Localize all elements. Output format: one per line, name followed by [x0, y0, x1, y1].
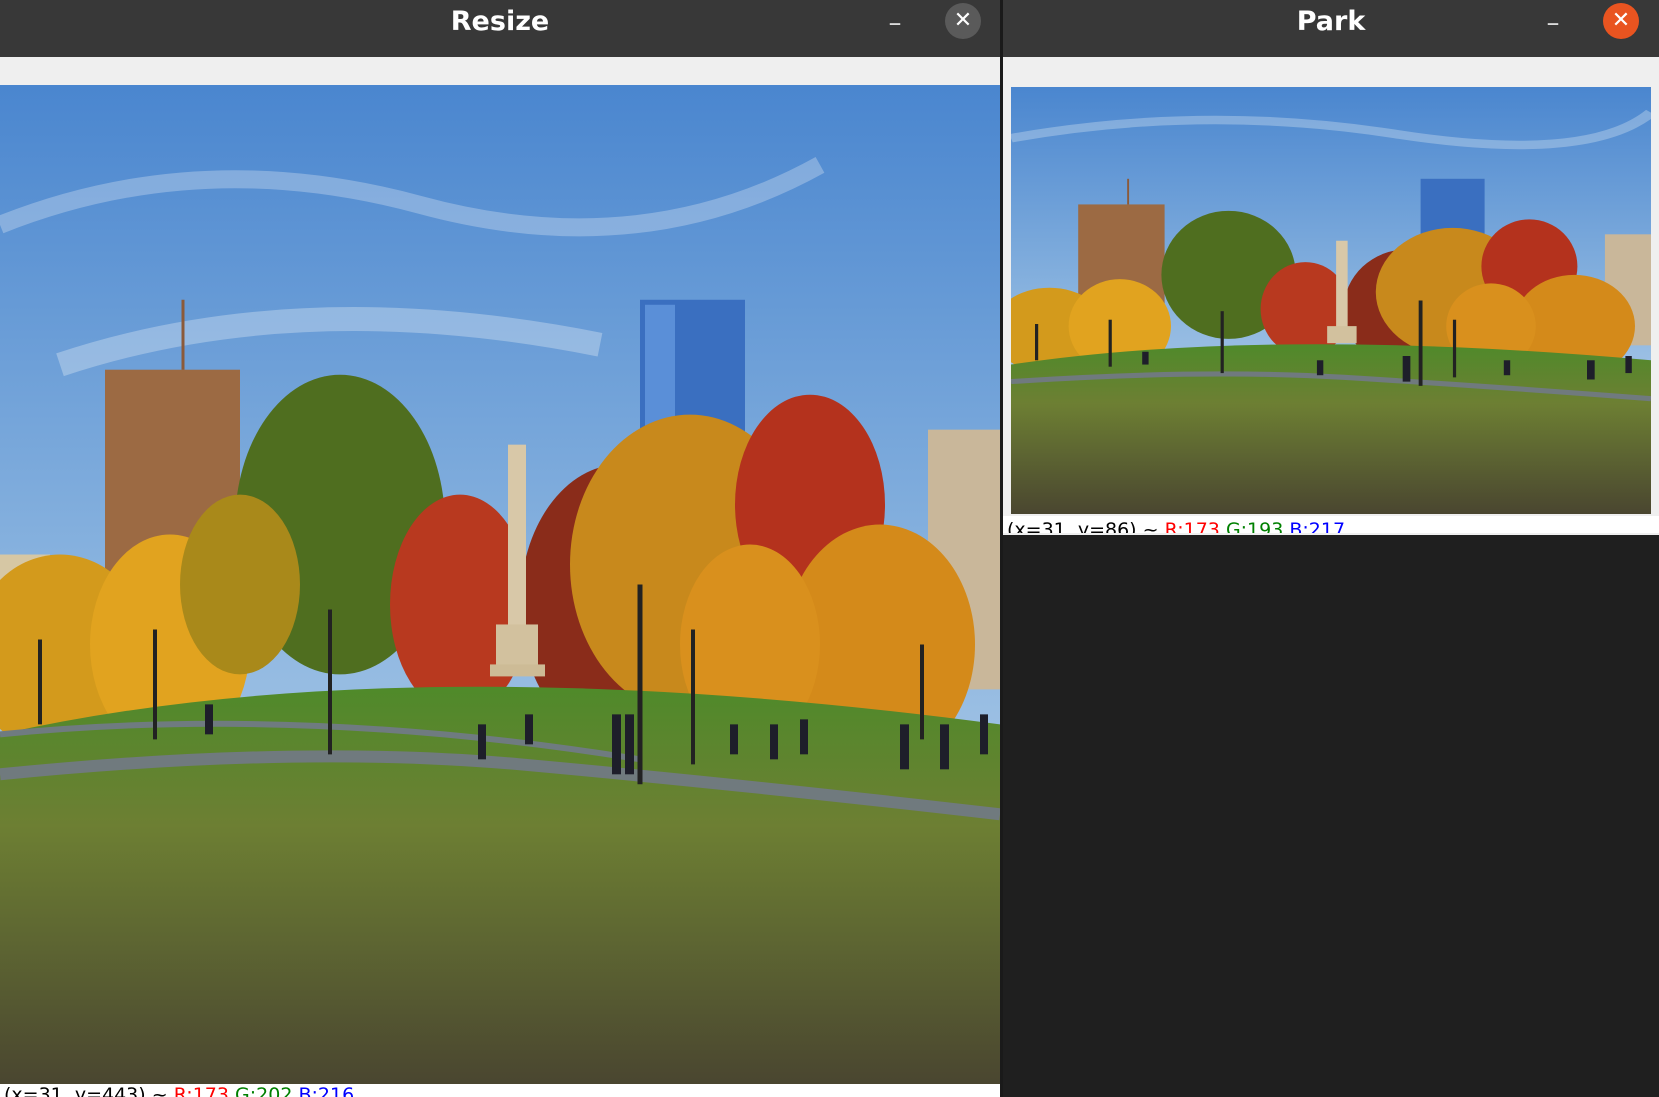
park-photo [0, 85, 1000, 1084]
green-value: G:193 [1225, 519, 1284, 533]
resize-window: Resize – ✕ (x=31, y=443) ~ R:173 G:202 B… [0, 0, 1000, 1097]
window-title: Resize [450, 6, 550, 37]
toolbar [0, 57, 1000, 85]
close-button[interactable]: ✕ [1603, 3, 1639, 39]
minimize-button[interactable]: – [1536, 6, 1570, 40]
image-canvas[interactable] [0, 85, 1000, 1084]
status-bar: (x=31, y=443) ~ R:173 G:202 B:216 [0, 1084, 1000, 1097]
green-value: G:202 [235, 1084, 293, 1097]
blue-value: B:216 [298, 1084, 355, 1097]
status-bar: (x=31, y=86) ~ R:173 G:193 B:217 [1003, 516, 1659, 533]
blue-value: B:217 [1289, 519, 1346, 533]
pixel-coords: (x=31, y=86) ~ [1007, 519, 1159, 533]
close-button[interactable]: ✕ [945, 3, 981, 39]
red-value: R:173 [173, 1084, 229, 1097]
resize-titlebar[interactable]: Resize – ✕ [0, 0, 1000, 57]
park-photo [1011, 87, 1651, 514]
park-window: Park – ✕ (x=31, y=86) ~ R:173 G:193 B:21… [1003, 0, 1659, 535]
park-titlebar[interactable]: Park – ✕ [1003, 0, 1659, 57]
red-value: R:173 [1164, 519, 1220, 533]
minimize-button[interactable]: – [878, 6, 912, 40]
pixel-coords: (x=31, y=443) ~ [4, 1084, 168, 1097]
toolbar [1003, 57, 1659, 85]
image-canvas[interactable] [1011, 87, 1651, 514]
